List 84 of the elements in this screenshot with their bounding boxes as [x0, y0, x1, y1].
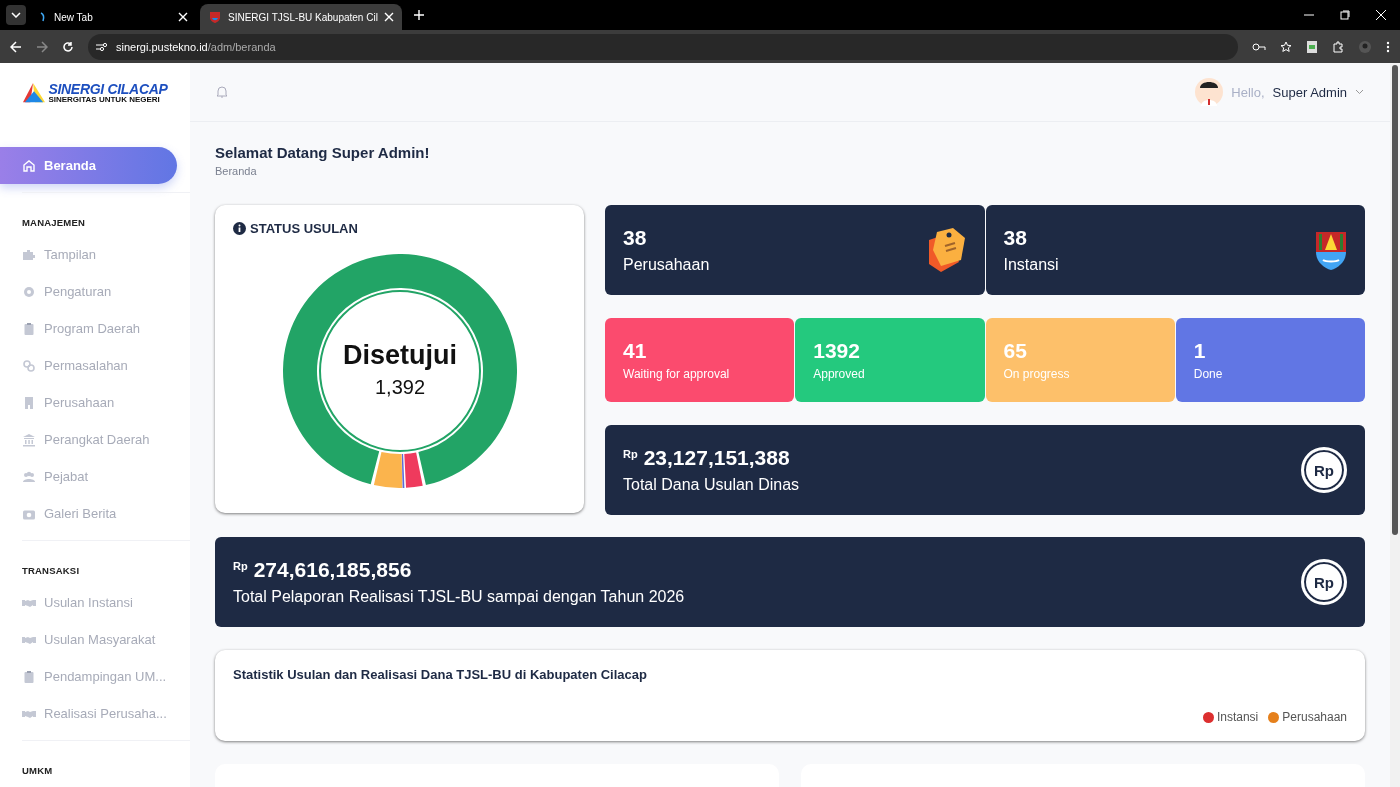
total-amount: 23,127,151,388 — [643, 446, 790, 470]
back-icon[interactable] — [10, 40, 22, 53]
bank-icon — [22, 432, 36, 447]
maximize-icon[interactable] — [1340, 10, 1350, 20]
status-label: Waiting for approval — [623, 367, 731, 381]
logo-title: SINERGI CILACAP — [48, 82, 168, 96]
tab-list-button[interactable] — [6, 5, 26, 25]
extension-icon[interactable] — [1306, 39, 1318, 54]
panel-title: STATUS USULAN — [250, 221, 358, 236]
status-label: Approved — [813, 367, 866, 381]
sidebar-item[interactable]: Perangkat Daerah — [0, 421, 190, 458]
puzzle-icon[interactable] — [1332, 40, 1344, 53]
page-title: Selamat Datang Super Admin! — [215, 144, 431, 161]
sidebar-item[interactable]: Tampilan — [0, 236, 190, 273]
currency-label: Rp — [623, 448, 638, 460]
more-icon[interactable] — [1386, 40, 1390, 53]
chevron-down-icon — [1355, 89, 1364, 95]
count-label: Perusahaan — [623, 256, 710, 274]
total-label: Total Dana Usulan Dinas — [623, 476, 800, 494]
legend-label[interactable]: Perusahaan — [1282, 710, 1347, 724]
home-icon — [22, 158, 36, 173]
new-tab-icon[interactable] — [413, 10, 424, 20]
count-value: 38 — [1003, 226, 1028, 250]
avatar-icon — [1195, 78, 1224, 106]
chevron-down-icon — [11, 12, 21, 18]
status-value: 1 — [1193, 339, 1207, 363]
status-value: 65 — [1003, 339, 1028, 363]
sidebar-item[interactable]: Program Daerah — [0, 310, 190, 347]
section-heading: MANAJEMEN — [21, 216, 87, 230]
browser-tab[interactable]: New Tab — [30, 4, 196, 30]
sidebar-item[interactable]: Usulan Instansi — [0, 584, 190, 621]
donut-slice[interactable] — [373, 451, 402, 488]
section-heading: TRANSAKSI — [21, 564, 81, 578]
count-value: 38 — [623, 226, 648, 250]
address-bar[interactable]: sinergi.pustekno.id/adm/beranda — [88, 33, 1238, 60]
sidebar-item[interactable]: Realisasi Perusaha... — [0, 695, 190, 732]
url-path: /adm/beranda — [207, 40, 276, 53]
donut-slice[interactable] — [401, 453, 404, 488]
status-value: 1392 — [813, 339, 861, 363]
donut-label: Disetujui — [342, 340, 457, 370]
clipboard-icon — [22, 321, 36, 336]
sidebar-item[interactable]: Galeri Berita — [0, 495, 190, 532]
close-icon[interactable] — [1376, 10, 1386, 20]
status-label: On progress — [1003, 367, 1071, 381]
panel-title: Statistik Usulan dan Realisasi Dana TJSL-BU di Kabupaten Cilacap — [233, 667, 648, 682]
currency-icon: Rp — [1301, 559, 1347, 605]
puzzle-icon — [22, 247, 36, 262]
forward-icon[interactable] — [36, 40, 48, 53]
sidebar-item[interactable]: Usulan Masyarakat — [0, 621, 190, 658]
donut-slice[interactable] — [403, 452, 423, 488]
shield-icon — [208, 10, 222, 24]
close-icon[interactable] — [383, 12, 394, 22]
reload-icon[interactable] — [62, 40, 74, 53]
breadcrumb: Beranda — [215, 165, 258, 177]
sidebar-item[interactable]: Beranda — [0, 147, 177, 184]
total-amount: 274,616,185,856 — [253, 558, 412, 582]
url-host: sinergi.pustekno.id — [116, 40, 208, 53]
star-icon[interactable] — [1280, 40, 1292, 53]
close-icon[interactable] — [178, 12, 188, 22]
status-value: 41 — [623, 339, 648, 363]
sidebar-item[interactable]: Pendampingan UM... — [0, 658, 190, 695]
section-heading: UMKM — [21, 764, 54, 778]
building-icon — [22, 395, 36, 410]
site-settings-icon[interactable] — [96, 41, 108, 52]
total-label: Total Pelaporan Realisasi TJSL-BU sampai dengan Tahun 2026 — [233, 588, 685, 606]
logo-tagline: SINERGITAS UNTUK NEGERI — [48, 96, 161, 104]
browser-tab[interactable]: SINERGI TJSL-BU Kabupaten Cil — [200, 4, 402, 30]
sidebar-item[interactable]: Perusahaan — [0, 384, 190, 421]
status-label: Done — [1193, 367, 1224, 381]
people-icon — [22, 469, 36, 484]
clipboard-icon — [22, 669, 36, 684]
sidebar-item[interactable]: Pejabat — [0, 458, 190, 495]
user-menu[interactable]: Hello, Super Admin — [1195, 78, 1364, 106]
currency-icon: Rp — [1301, 447, 1347, 493]
key-icon[interactable] — [1252, 41, 1266, 52]
info-icon — [233, 222, 246, 235]
scrollbar[interactable] — [1390, 63, 1400, 787]
logo-icon — [22, 82, 47, 104]
legend-label[interactable]: Instansi — [1216, 710, 1259, 724]
donut-value: 1,392 — [374, 376, 425, 398]
count-label: Instansi — [1003, 256, 1059, 274]
currency-label: Rp — [233, 560, 248, 572]
sidebar-item[interactable]: Permasalahan — [0, 347, 190, 384]
sidebar-item[interactable]: Pengaturan — [0, 273, 190, 310]
